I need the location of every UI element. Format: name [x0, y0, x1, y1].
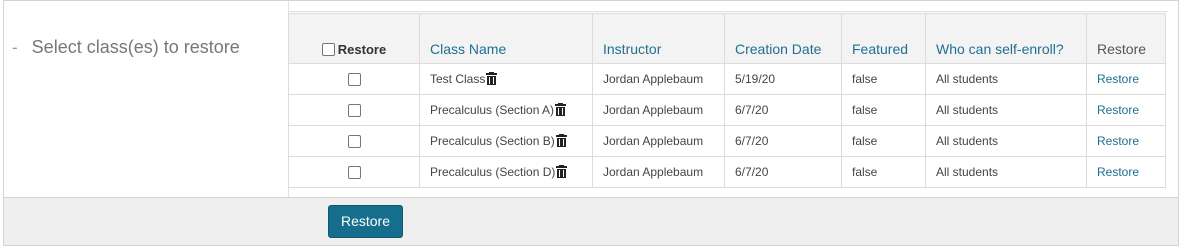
instructor-cell: Jordan Applebaum	[592, 156, 725, 188]
column-header-featured[interactable]: Featured	[841, 13, 926, 64]
trash-icon[interactable]	[486, 72, 498, 86]
column-header-instructor[interactable]: Instructor	[592, 13, 725, 64]
creation-date-cell: 6/7/20	[724, 156, 842, 188]
featured-cell: false	[841, 156, 926, 188]
section-title: Select class(es) to restore	[31, 37, 240, 57]
restore-button[interactable]: Restore	[328, 205, 403, 238]
form-footer	[4, 197, 1178, 245]
class-name: Precalculus (Section A)	[430, 102, 555, 117]
select-all-checkbox[interactable]	[321, 43, 335, 56]
creation-date-cell: 6/7/20	[724, 94, 842, 126]
table-row: Precalculus (Section A) Jordan Applebaum…	[288, 94, 1166, 126]
row-checkbox[interactable]	[347, 104, 361, 118]
row-select-cell	[288, 125, 420, 157]
class-name: Precalculus (Section B)	[430, 133, 555, 148]
table-header-row: Restore Class Name Instructor Creation D…	[288, 13, 1166, 64]
classes-table: Restore Class Name Instructor Creation D…	[288, 13, 1166, 188]
restore-link[interactable]: Restore	[1086, 94, 1166, 126]
trash-icon[interactable]	[556, 165, 568, 179]
self-enroll-cell: All students	[925, 94, 1087, 126]
self-enroll-cell: All students	[925, 125, 1087, 157]
table-row: Test Class Jordan Applebaum 5/19/20 fals…	[288, 63, 1166, 95]
table-row: Precalculus (Section D) Jordan Applebaum…	[288, 156, 1166, 188]
self-enroll-cell: All students	[925, 156, 1087, 188]
class-name-cell: Precalculus (Section A)	[419, 94, 593, 126]
row-select-cell	[288, 94, 420, 126]
restore-link[interactable]: Restore	[1086, 156, 1166, 188]
column-header-creation-date[interactable]: Creation Date	[724, 13, 842, 64]
class-name-cell: Precalculus (Section B)	[419, 125, 593, 157]
table-top-rule	[288, 11, 1168, 12]
row-select-cell	[288, 63, 420, 95]
section-header[interactable]: - Select class(es) to restore	[12, 37, 240, 58]
class-name: Precalculus (Section D)	[430, 164, 556, 179]
creation-date-cell: 6/7/20	[724, 125, 842, 157]
restore-link[interactable]: Restore	[1086, 63, 1166, 95]
select-all-header[interactable]: Restore	[288, 13, 420, 64]
table-row: Precalculus (Section B) Jordan Applebaum…	[288, 125, 1166, 157]
column-header-self-enroll[interactable]: Who can self-enroll?	[925, 13, 1087, 64]
featured-cell: false	[841, 125, 926, 157]
row-checkbox[interactable]	[347, 166, 361, 180]
column-header-class-name[interactable]: Class Name	[419, 13, 593, 64]
self-enroll-cell: All students	[925, 63, 1087, 95]
row-checkbox[interactable]	[347, 73, 361, 87]
restore-link[interactable]: Restore	[1086, 125, 1166, 157]
row-checkbox[interactable]	[347, 135, 361, 149]
collapse-icon[interactable]: -	[12, 38, 18, 58]
class-name-cell: Precalculus (Section D)	[419, 156, 593, 188]
instructor-cell: Jordan Applebaum	[592, 125, 725, 157]
featured-cell: false	[841, 94, 926, 126]
class-name: Test Class	[430, 71, 486, 86]
restore-classes-panel: - Select class(es) to restore Restore Cl…	[3, 0, 1179, 246]
creation-date-cell: 5/19/20	[724, 63, 842, 95]
column-header-action: Restore	[1086, 13, 1166, 64]
trash-icon[interactable]	[555, 103, 567, 117]
row-select-cell	[288, 156, 420, 188]
featured-cell: false	[841, 63, 926, 95]
instructor-cell: Jordan Applebaum	[592, 63, 725, 95]
trash-icon[interactable]	[555, 134, 567, 148]
select-all-label: Restore	[337, 41, 387, 57]
class-name-cell: Test Class	[419, 63, 593, 95]
instructor-cell: Jordan Applebaum	[592, 94, 725, 126]
